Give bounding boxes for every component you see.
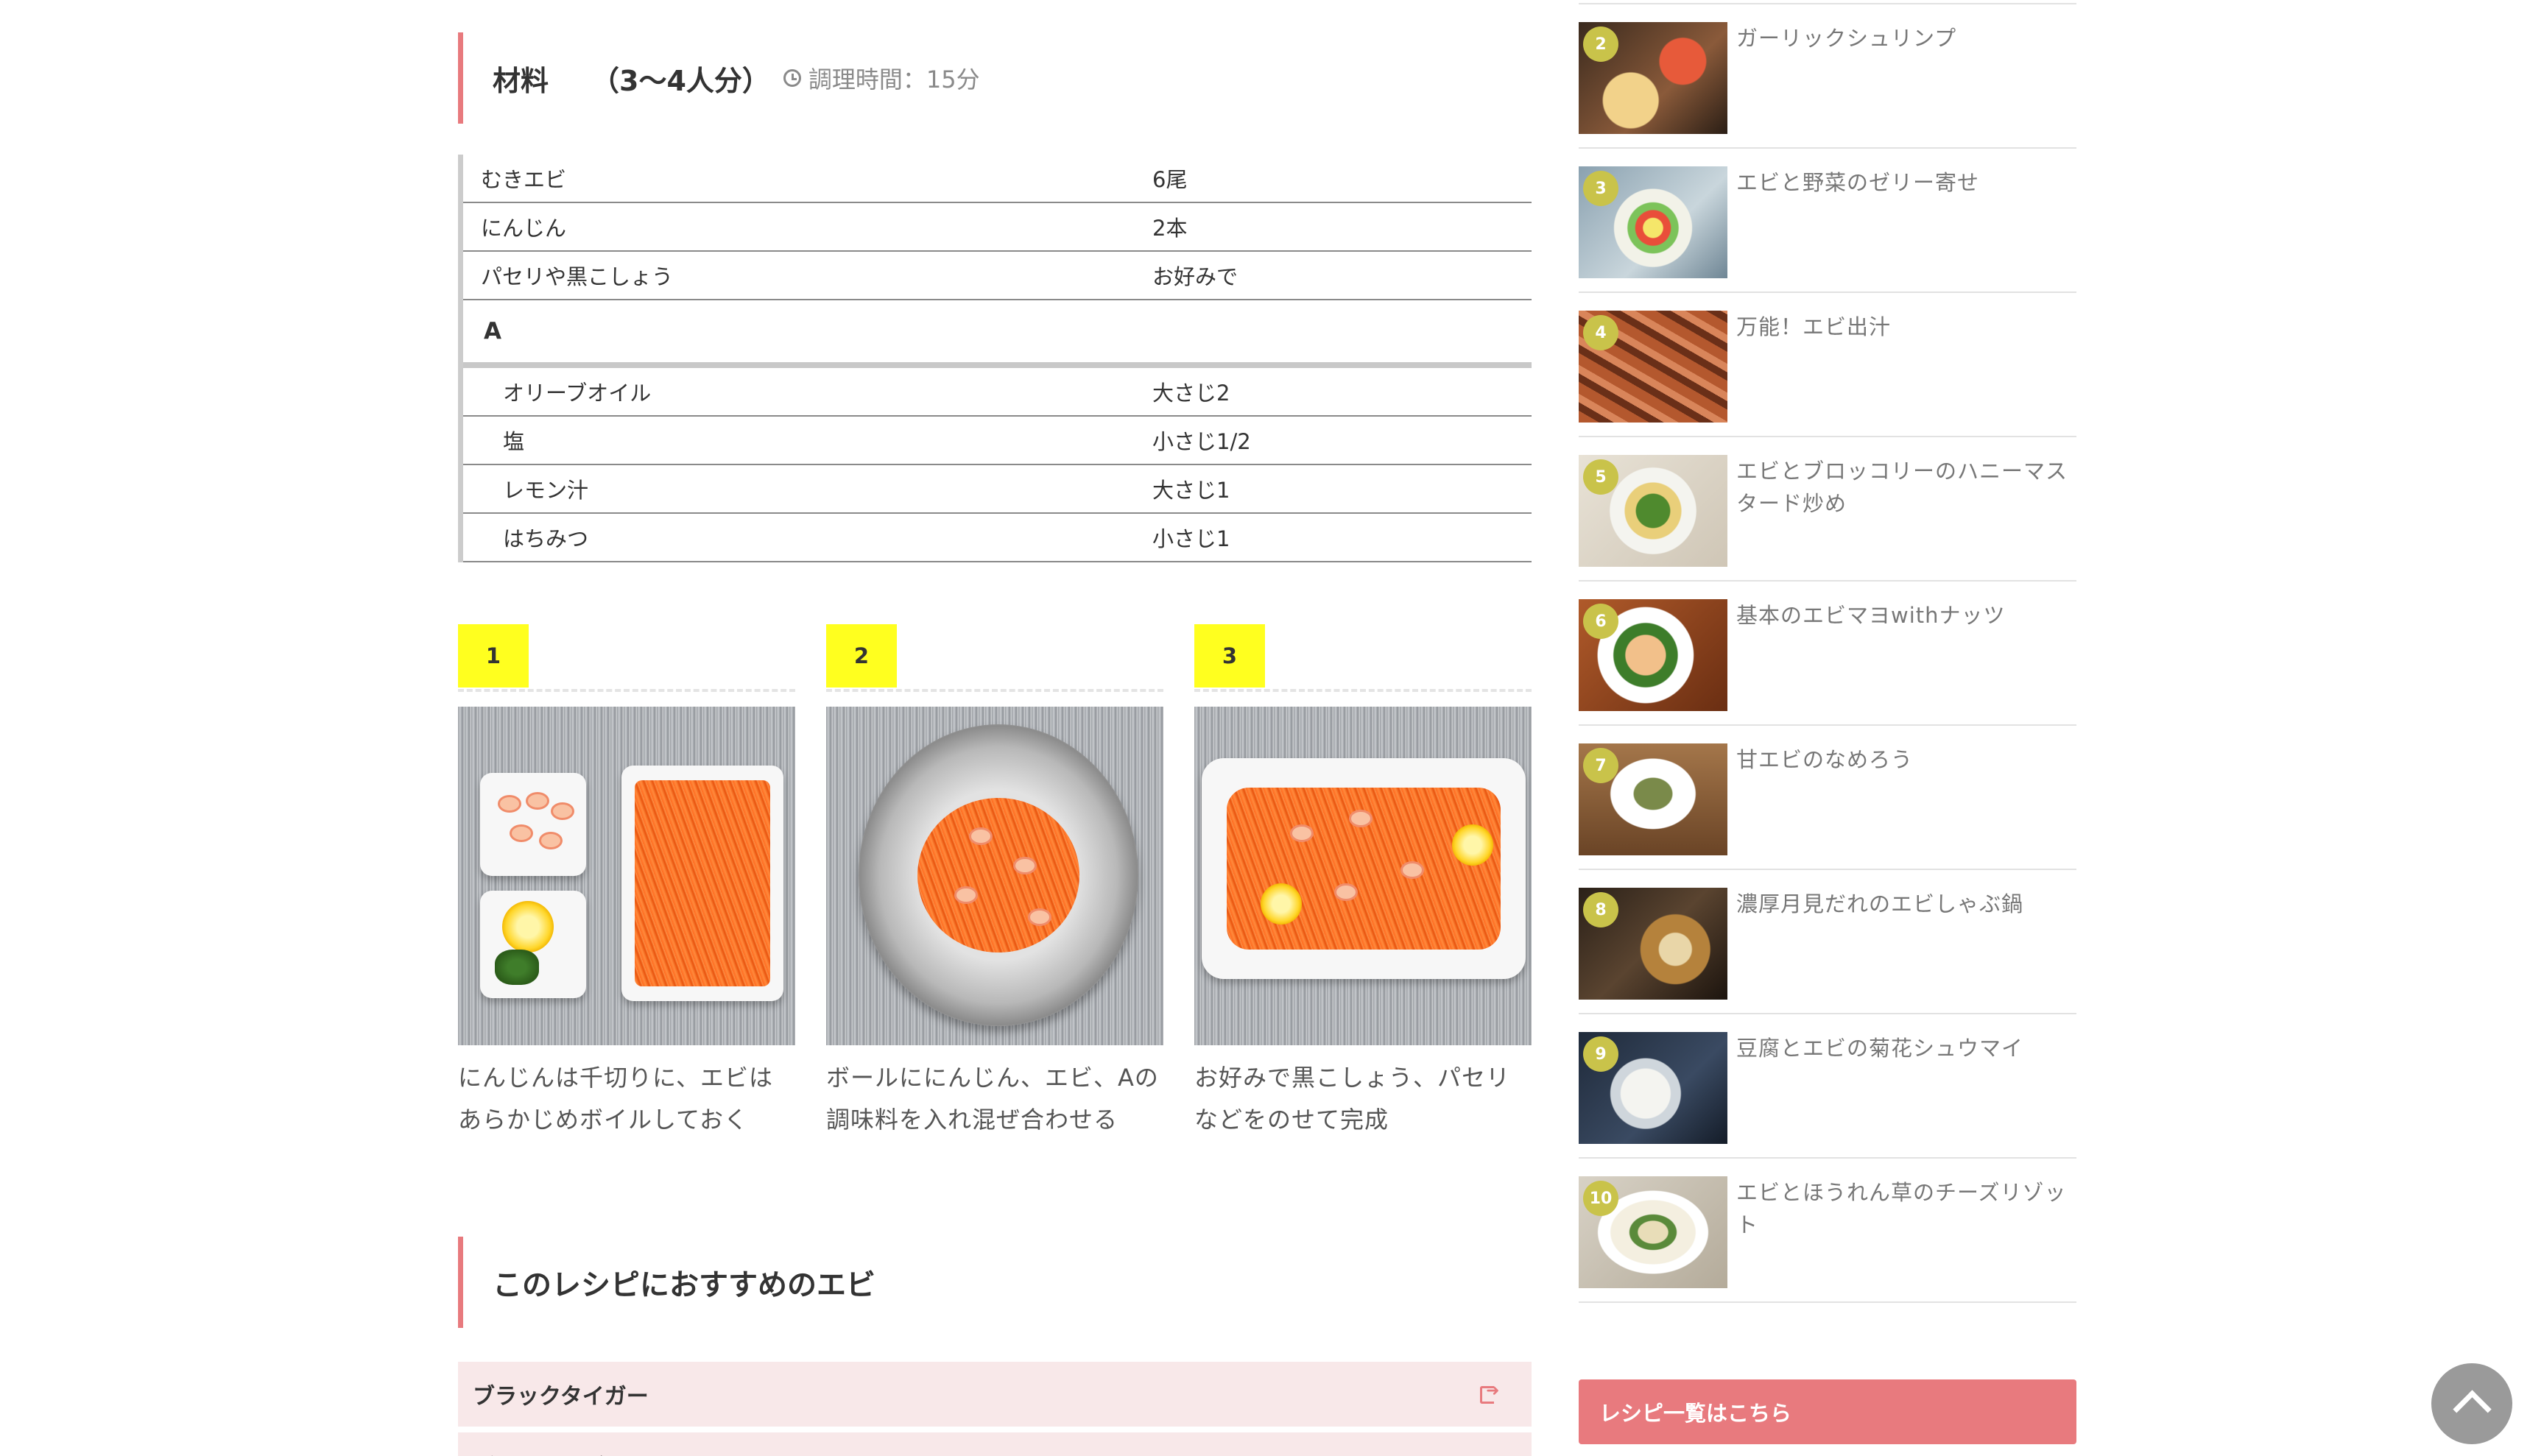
step-3: 3 お好みで黒こしょう、パセリなどをのせて完成 xyxy=(1194,624,1532,1141)
ingredient-name: オリーブオイル xyxy=(503,381,652,406)
ingredient-amount: お好みで xyxy=(1152,264,1238,289)
recommend-link-label: バナメイエビ xyxy=(473,1449,605,1456)
mixing-bowl xyxy=(859,724,1138,1026)
ingredient-name: レモン汁 xyxy=(503,478,589,503)
shrimp-dish xyxy=(480,773,586,876)
ranking-item[interactable]: 7 甘エビのなめろう xyxy=(1579,726,2076,870)
step-2: 2 ボールににんじん、エビ、Aの調味料を入れ混ぜ合わせる xyxy=(826,624,1163,1141)
rank-badge: 6 xyxy=(1583,604,1618,639)
ranking-item[interactable]: 4 万能！エビ出汁 xyxy=(1579,293,2076,437)
ranking-item[interactable]: 3 エビと野菜のゼリー寄せ xyxy=(1579,149,2076,293)
ingredients-heading: 材料 （3〜4人分） 調理時間：15分 xyxy=(458,32,1532,124)
ingredient-amount: 小さじ1/2 xyxy=(1152,429,1251,454)
step-description: ボールににんじん、エビ、Aの調味料を入れ混ぜ合わせる xyxy=(826,1064,1159,1134)
step-divider xyxy=(826,689,1163,692)
lemon-dish xyxy=(480,891,586,998)
ranking-title: 豆腐とエビの菊花シュウマイ xyxy=(1736,1036,2024,1061)
ranking-title: エビとブロッコリーのハニーマスタード炒め xyxy=(1736,459,2068,516)
ingredient-row: レモン汁 大さじ1 xyxy=(463,465,1532,514)
ranking-title: 濃厚月見だれのエビしゃぶ鍋 xyxy=(1736,891,2024,916)
carrot-dish xyxy=(621,766,783,1001)
step-2-photo xyxy=(826,707,1163,1045)
ingredient-amount: 大さじ1 xyxy=(1152,478,1230,503)
ingredient-name: むきエビ xyxy=(481,167,567,192)
step-3-photo xyxy=(1194,707,1532,1045)
step-1-photo xyxy=(458,707,795,1045)
ingredient-row: オリーブオイル 大さじ2 xyxy=(463,368,1532,417)
back-to-top-button[interactable] xyxy=(2431,1363,2512,1444)
ingredient-name: 塩 xyxy=(503,429,525,454)
ingredient-amount: 小さじ1 xyxy=(1152,526,1230,551)
ranking-thumbnail: 5 xyxy=(1579,455,1727,567)
cooking-time: 調理時間：15分 xyxy=(783,61,980,95)
ingredient-amount: 大さじ2 xyxy=(1152,381,1230,406)
ranking-thumbnail: 9 xyxy=(1579,1032,1727,1144)
ranking-item[interactable]: 9 豆腐とエビの菊花シュウマイ xyxy=(1579,1014,2076,1159)
ingredient-amount: 6尾 xyxy=(1152,167,1188,192)
rank-badge: 5 xyxy=(1583,459,1618,495)
ranking-thumbnail: 2 xyxy=(1579,22,1727,134)
ranking-thumbnail: 10 xyxy=(1579,1176,1727,1288)
ranking-thumbnail: 3 xyxy=(1579,166,1727,278)
ranking-thumbnail: 4 xyxy=(1579,311,1727,423)
recommend-link-label: ブラックタイガー xyxy=(473,1384,649,1410)
rank-badge: 3 xyxy=(1583,171,1618,206)
rank-badge: 8 xyxy=(1583,892,1618,927)
recommend-heading: このレシピにおすすめのエビ xyxy=(458,1237,1532,1328)
ingredients-title: 材料 xyxy=(493,64,549,97)
ingredient-name: パセリや黒こしょう xyxy=(481,264,674,289)
ranking-item[interactable]: 10 エビとほうれん草のチーズリゾット xyxy=(1579,1159,2076,1303)
servings-label: （3〜4人分） xyxy=(591,64,770,97)
step-number-badge: 3 xyxy=(1194,624,1265,688)
page: 材料 （3〜4人分） 調理時間：15分 むきエビ 6尾 にんじん 2本 パセリや… xyxy=(0,0,2530,1456)
clock-icon xyxy=(783,69,801,87)
ranking-item[interactable]: 2 ガーリックシュリンプ xyxy=(1579,4,2076,149)
ingredient-name: はちみつ xyxy=(503,526,589,551)
recommend-link-vannamei[interactable]: バナメイエビ xyxy=(458,1432,1532,1456)
rank-badge: 10 xyxy=(1583,1181,1618,1216)
ingredient-row: パセリや黒こしょう お好みで xyxy=(463,252,1532,300)
finished-dish xyxy=(1202,758,1526,979)
step-number-badge: 2 xyxy=(826,624,897,688)
recommend-link-black-tiger[interactable]: ブラックタイガー xyxy=(458,1362,1532,1427)
recipe-list-button[interactable]: レシピ一覧はこちら xyxy=(1579,1379,2076,1444)
step-description: お好みで黒こしょう、パセリなどをのせて完成 xyxy=(1194,1064,1511,1134)
ranking-thumbnail: 7 xyxy=(1579,743,1727,855)
rank-badge: 9 xyxy=(1583,1036,1618,1072)
step-divider xyxy=(1194,689,1532,692)
ranking-title: エビと野菜のゼリー寄せ xyxy=(1736,170,1980,195)
ranking-item[interactable]: 5 エビとブロッコリーのハニーマスタード炒め xyxy=(1579,437,2076,582)
ingredient-name: にんじん xyxy=(481,216,567,241)
ranking-item[interactable]: 6 基本のエビマヨwithナッツ xyxy=(1579,582,2076,726)
exit-icon xyxy=(1480,1382,1499,1404)
ranking-thumbnail: 8 xyxy=(1579,888,1727,1000)
step-number-badge: 1 xyxy=(458,624,529,688)
rank-badge: 2 xyxy=(1583,26,1618,62)
ingredient-row: 塩 小さじ1/2 xyxy=(463,417,1532,465)
ingredient-group-label: A xyxy=(463,300,1532,368)
step-1: 1 にんじんは千切りに、エビはあらかじめボイルしておく xyxy=(458,624,795,1141)
ingredient-amount: 2本 xyxy=(1152,216,1188,241)
step-description: にんじんは千切りに、エビはあらかじめボイルしておく xyxy=(458,1064,774,1134)
recommend-title: このレシピにおすすめのエビ xyxy=(493,1268,875,1302)
ranking-title: 基本のエビマヨwithナッツ xyxy=(1736,603,2006,628)
ingredients-table: むきエビ 6尾 にんじん 2本 パセリや黒こしょう お好みで A オリーブオイル… xyxy=(458,155,1532,562)
ingredient-row: むきエビ 6尾 xyxy=(463,155,1532,203)
rank-badge: 4 xyxy=(1583,315,1618,350)
ranking-item[interactable]: 8 濃厚月見だれのエビしゃぶ鍋 xyxy=(1579,870,2076,1014)
ranking-title: 甘エビのなめろう xyxy=(1736,747,1914,772)
ranking-title: ガーリックシュリンプ xyxy=(1736,26,1957,51)
ingredient-row: はちみつ 小さじ1 xyxy=(463,514,1532,562)
chevron-up-icon xyxy=(2452,1389,2492,1429)
ranking-title: エビとほうれん草のチーズリゾット xyxy=(1736,1180,2067,1237)
step-divider xyxy=(458,689,795,692)
rank-badge: 7 xyxy=(1583,748,1618,783)
ranking-title: 万能！エビ出汁 xyxy=(1736,314,1892,339)
ranking-thumbnail: 6 xyxy=(1579,599,1727,711)
cooking-time-label: 調理時間：15分 xyxy=(808,66,980,93)
ingredient-row: にんじん 2本 xyxy=(463,203,1532,252)
